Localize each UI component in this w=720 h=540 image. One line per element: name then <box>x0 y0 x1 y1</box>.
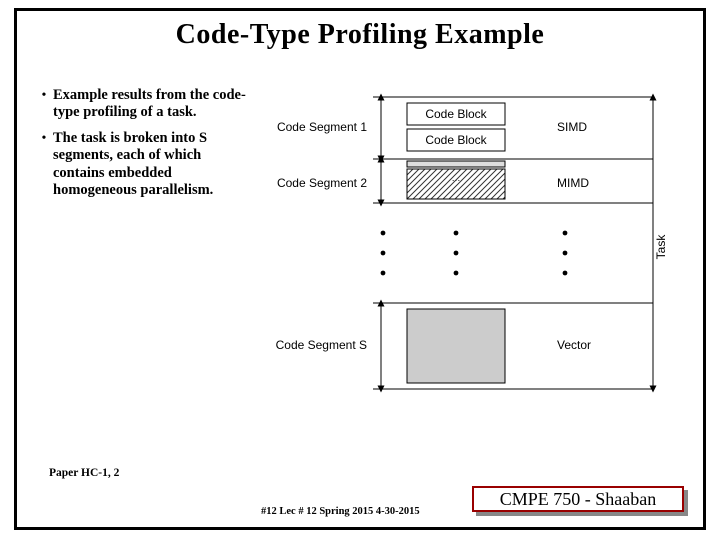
list-item: • Example results from the code-type pro… <box>35 87 249 122</box>
task-label: Task <box>654 234 668 260</box>
segment-label-1: Code Segment 1 <box>277 120 367 134</box>
paper-reference: Paper HC-1, 2 <box>49 467 119 479</box>
bullet-icon: • <box>35 130 53 200</box>
bullet-text: Example results from the code-type profi… <box>53 87 249 122</box>
slide-body: • Example results from the code-type pro… <box>17 87 703 422</box>
profiling-diagram: Code Block Code Block SIMD Code Segment … <box>255 87 685 417</box>
slide-frame: Code-Type Profiling Example • Example re… <box>14 8 706 530</box>
bullet-list: • Example results from the code-type pro… <box>17 87 255 422</box>
diagram-area: Code Block Code Block SIMD Code Segment … <box>255 87 685 422</box>
code-block-label: Code Block <box>425 133 487 147</box>
list-item: • The task is broken into S segments, ea… <box>35 130 249 200</box>
segment-label-s: Code Segment S <box>276 338 367 352</box>
type-label-mimd: MIMD <box>557 176 589 190</box>
footer-course-badge: CMPE 750 - Shaaban <box>472 486 684 512</box>
type-label-vector: Vector <box>557 338 591 352</box>
bullet-text: The task is broken into S segments, each… <box>53 130 249 200</box>
slide-title: Code-Type Profiling Example <box>17 19 703 51</box>
code-block-label: Code Block <box>425 107 487 121</box>
segment-label-2: Code Segment 2 <box>277 176 367 190</box>
bullet-icon: • <box>35 87 53 122</box>
type-label-simd: SIMD <box>557 120 587 134</box>
footer-page-info: #12 Lec # 12 Spring 2015 4-30-2015 <box>261 506 420 517</box>
